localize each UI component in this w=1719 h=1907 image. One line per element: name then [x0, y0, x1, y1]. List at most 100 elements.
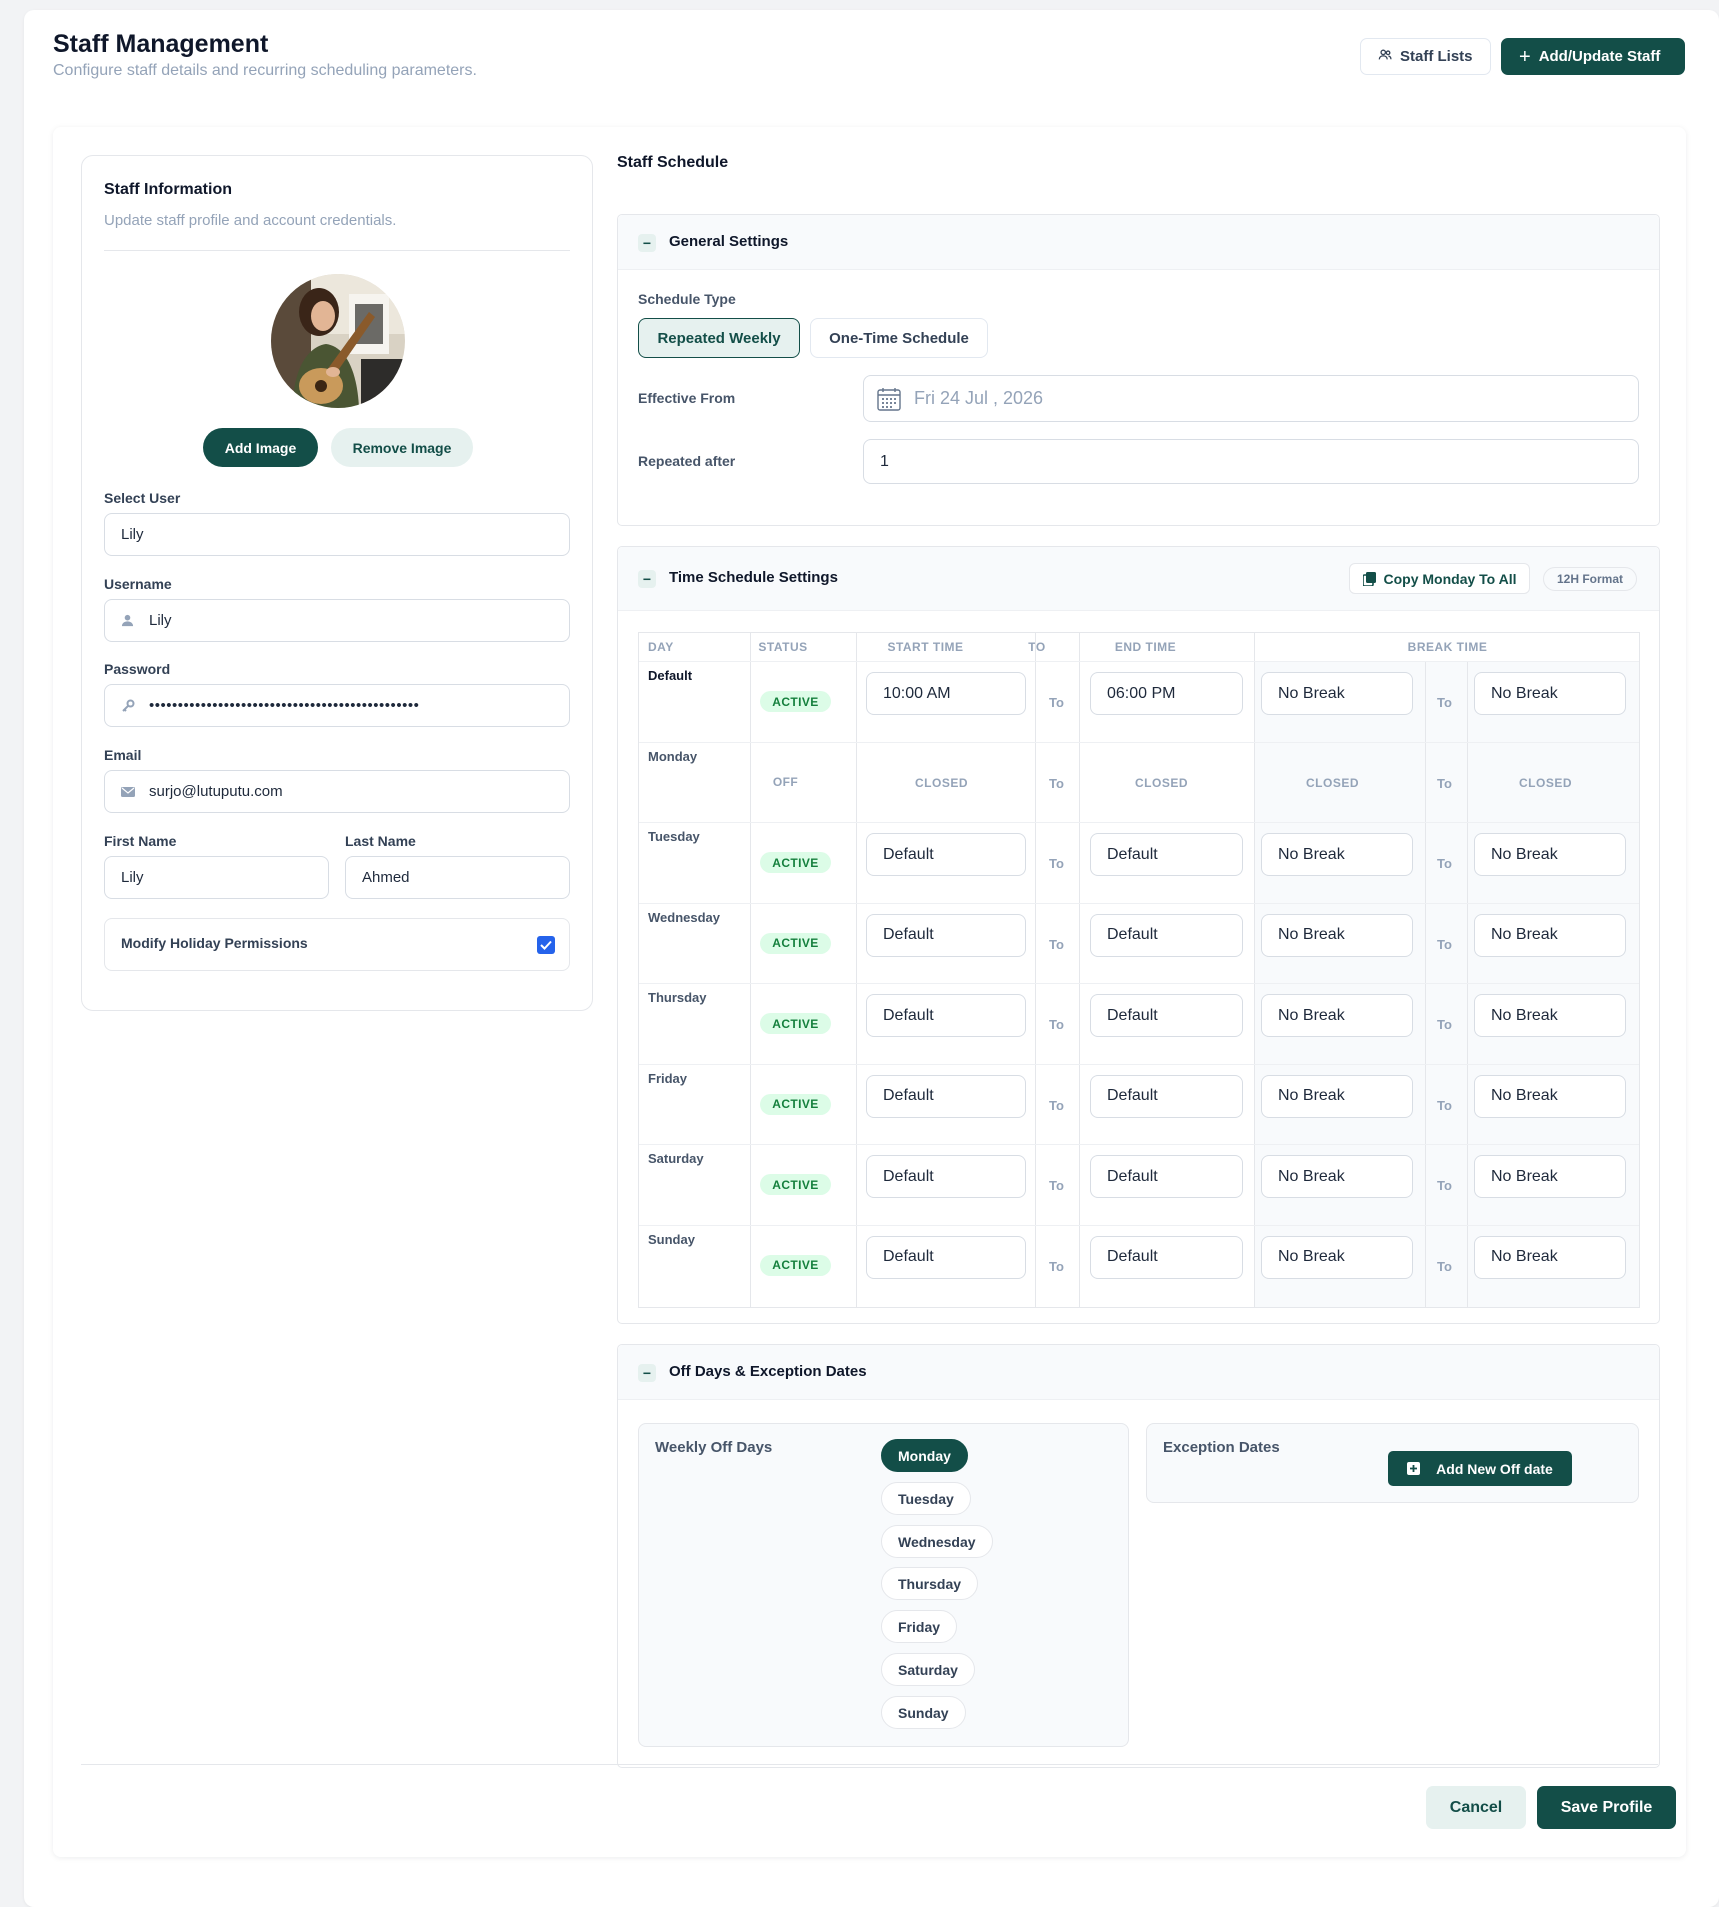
break-end-field[interactable]: No Break [1474, 994, 1626, 1037]
status-badge[interactable]: ACTIVE [760, 1174, 831, 1195]
to-label: To [1437, 936, 1452, 952]
cancel-button[interactable]: Cancel [1426, 1786, 1526, 1829]
off-day-chip-thursday[interactable]: Thursday [881, 1567, 979, 1600]
repeated-after-value: 1 [880, 452, 889, 470]
break-start-field[interactable]: No Break [1261, 1074, 1413, 1118]
off-day-chip-sunday[interactable]: Sunday [881, 1696, 966, 1729]
copy-monday-label: Copy Monday To All [1383, 570, 1517, 587]
holiday-permission-checkbox[interactable] [537, 936, 555, 954]
break-end-field[interactable]: No Break [1474, 1235, 1626, 1279]
select-user-label: Select User [104, 490, 181, 506]
add-off-date-button[interactable]: Add New Off date [1388, 1451, 1572, 1486]
remove-image-button[interactable]: Remove Image [331, 428, 473, 467]
break-end-field[interactable]: No Break [1474, 672, 1626, 715]
end-time-field[interactable]: Default [1090, 1155, 1243, 1198]
to-label: To [1049, 775, 1064, 791]
off-day-chip-wednesday[interactable]: Wednesday [881, 1525, 993, 1558]
off-day-chip-tuesday[interactable]: Tuesday [881, 1482, 971, 1515]
start-time-value: Default [883, 926, 934, 943]
start-time-field[interactable]: Default [866, 1074, 1026, 1118]
repeated-after-field[interactable]: 1 [863, 439, 1639, 484]
first-name-field[interactable]: Lily [104, 856, 329, 899]
username-field[interactable]: Lily [104, 599, 570, 642]
staff-lists-label: Staff Lists [1400, 48, 1473, 65]
end-time-field[interactable]: Default [1090, 833, 1243, 876]
email-field[interactable]: surjo@lutuputu.com [104, 770, 570, 813]
off-day-chip-saturday[interactable]: Saturday [881, 1653, 975, 1686]
user-icon [121, 614, 135, 627]
off-days-title: Off Days & Exception Dates [669, 1363, 867, 1380]
time-schedule-header[interactable]: − Time Schedule Settings Copy Monday To … [618, 547, 1659, 611]
off-day-chip-friday[interactable]: Friday [881, 1610, 958, 1643]
key-icon [121, 699, 135, 713]
one-time-schedule-option[interactable]: One-Time Schedule [810, 318, 988, 358]
start-time-value: Default [883, 845, 934, 863]
break-start-field[interactable]: No Break [1261, 833, 1413, 876]
end-time-field[interactable]: Default [1090, 1074, 1243, 1118]
break-time-column-bg [1254, 661, 1639, 1307]
break-start-value: No Break [1278, 1087, 1345, 1104]
last-name-label: Last Name [345, 833, 416, 849]
status-badge[interactable]: OFF [760, 772, 811, 793]
break-end-value: No Break [1491, 1167, 1558, 1185]
end-time-field[interactable]: Default [1090, 1235, 1243, 1279]
status-badge[interactable]: ACTIVE [760, 1254, 831, 1276]
end-time-field[interactable]: Default [1090, 994, 1243, 1037]
break-end-value: No Break [1491, 1087, 1558, 1104]
break-start-value: No Break [1278, 1248, 1345, 1265]
break-end-field[interactable]: No Break [1474, 1074, 1626, 1118]
start-time-field[interactable]: Default [866, 1155, 1026, 1198]
start-time-field[interactable]: 10:00 AM [866, 672, 1026, 715]
select-user-field[interactable]: Lily [104, 513, 570, 556]
break-start-field[interactable]: No Break [1261, 913, 1413, 957]
break-start-field[interactable]: No Break [1261, 1155, 1413, 1198]
time-schedule-title: Time Schedule Settings [669, 569, 838, 586]
status-badge[interactable]: ACTIVE [760, 932, 831, 954]
add-image-button[interactable]: Add Image [203, 428, 318, 467]
break-start-field[interactable]: No Break [1261, 994, 1413, 1037]
time-format-badge[interactable]: 12H Format [1543, 567, 1637, 591]
divider [1079, 633, 1080, 1307]
day-label-tuesday: Tuesday [648, 829, 700, 844]
start-time-field[interactable]: Default [866, 833, 1026, 876]
start-time-field[interactable]: Default [866, 913, 1026, 957]
end-time-field[interactable]: 06:00 PM [1090, 672, 1243, 715]
status-badge[interactable]: ACTIVE [760, 852, 831, 873]
general-settings-header[interactable]: − General Settings [618, 215, 1659, 270]
holiday-permission-label: Modify Holiday Permissions [121, 935, 308, 951]
collapse-icon[interactable]: − [638, 1364, 656, 1382]
end-time-field[interactable]: Default [1090, 913, 1243, 957]
status-badge[interactable]: ACTIVE [760, 691, 831, 712]
save-profile-button[interactable]: Save Profile [1537, 1786, 1676, 1829]
time-schedule-section: − Time Schedule Settings Copy Monday To … [617, 546, 1660, 1324]
collapse-icon[interactable]: − [638, 570, 656, 588]
off-days-header[interactable]: − Off Days & Exception Dates [618, 1345, 1659, 1400]
exception-dates-label: Exception Dates [1163, 1439, 1280, 1456]
copy-monday-button[interactable]: Copy Monday To All [1349, 563, 1530, 594]
repeated-weekly-option[interactable]: Repeated Weekly [638, 318, 800, 358]
break-end-field[interactable]: No Break [1474, 833, 1626, 876]
staff-lists-button[interactable]: Staff Lists [1360, 38, 1491, 75]
break-start-field[interactable]: No Break [1261, 672, 1413, 715]
last-name-field[interactable]: Ahmed [345, 856, 570, 899]
add-update-staff-button[interactable]: + Add/Update Staff [1501, 38, 1685, 75]
break-start-field[interactable]: No Break [1261, 1235, 1413, 1279]
start-time-field[interactable]: Default [866, 994, 1026, 1037]
effective-from-field[interactable]: Fri 24 Jul , 2026 [863, 375, 1639, 422]
status-badge[interactable]: ACTIVE [760, 1013, 831, 1034]
break-end-field[interactable]: No Break [1474, 913, 1626, 957]
col-status: STATUS [758, 640, 808, 654]
off-day-chip-monday[interactable]: Monday [881, 1439, 968, 1472]
col-break-time: BREAK TIME [1407, 640, 1488, 654]
divider [639, 983, 1639, 984]
break-end-field[interactable]: No Break [1474, 1155, 1626, 1198]
password-field[interactable]: ••••••••••••••••••••••••••••••••••••••••… [104, 684, 570, 727]
day-label-friday: Friday [648, 1070, 688, 1086]
collapse-icon[interactable]: − [638, 234, 656, 252]
staff-info-subtitle: Update staff profile and account credent… [104, 212, 397, 229]
start-time-field[interactable]: Default [866, 1235, 1026, 1279]
status-badge[interactable]: ACTIVE [760, 1093, 831, 1115]
closed-break-end: CLOSED [1519, 775, 1573, 790]
end-time-value: Default [1107, 1006, 1158, 1024]
to-label: To [1437, 1258, 1452, 1274]
